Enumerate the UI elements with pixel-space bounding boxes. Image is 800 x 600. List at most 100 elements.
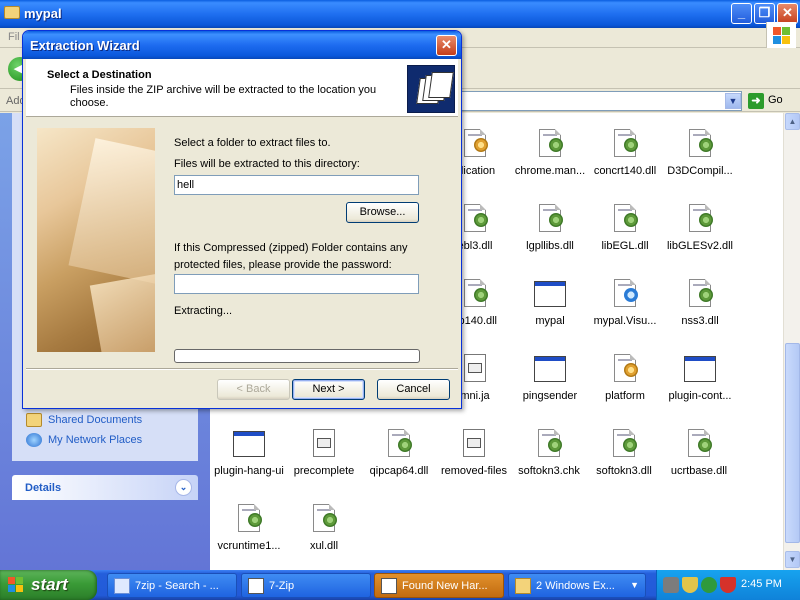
cancel-button[interactable]: Cancel — [377, 379, 450, 400]
doc-icon — [459, 353, 491, 385]
taskbar-item-7zip-search[interactable]: 7zip - Search - ... — [107, 573, 237, 598]
folder-icon — [26, 413, 42, 427]
destination-directory-input[interactable]: hell — [174, 175, 419, 195]
windows-flag-icon — [8, 577, 24, 593]
file-item[interactable]: concrt140.dll — [584, 128, 666, 198]
file-item[interactable]: pingsender — [509, 353, 591, 423]
file-item[interactable]: xul.dll — [283, 503, 365, 573]
taskbar-item-label: 2 Windows Ex... — [536, 580, 615, 592]
file-item[interactable]: chrome.man... — [509, 128, 591, 198]
dll-icon — [308, 503, 340, 535]
network-icon[interactable] — [701, 577, 717, 593]
file-item[interactable]: plugin-hang-ui — [208, 428, 290, 498]
file-item[interactable]: platform — [584, 353, 666, 423]
system-tray: 2:45 PM — [656, 570, 800, 600]
app-window-icon — [684, 353, 716, 385]
taskbar-item-7zip[interactable]: 7-Zip — [241, 573, 371, 598]
file-item[interactable]: mypal — [509, 278, 591, 348]
go-arrow-icon: ➜ — [748, 93, 764, 109]
wizard-title: Extraction Wizard — [30, 38, 140, 53]
file-item[interactable]: vcruntime1... — [208, 503, 290, 573]
dll-icon — [684, 128, 716, 160]
browse-button[interactable]: Browse... — [346, 202, 419, 223]
taskbar-item-found-new-hardware[interactable]: Found New Har... — [374, 573, 504, 598]
file-item[interactable]: ucrtbase.dll — [658, 428, 740, 498]
wizard-side-image — [37, 128, 155, 352]
wizard-subheading: Files inside the ZIP archive will be ext… — [70, 84, 377, 109]
config-icon — [609, 353, 641, 385]
zip-folder-icon — [407, 65, 455, 113]
file-name: nss3.dll — [681, 315, 719, 327]
security-shield-icon[interactable] — [682, 577, 698, 593]
go-label: Go — [768, 94, 783, 106]
file-item[interactable]: softokn3.dll — [583, 428, 665, 498]
directory-label: Files will be extracted to this director… — [174, 158, 360, 170]
tray-arrow-icon[interactable] — [663, 577, 679, 593]
chevron-down-icon[interactable]: ⌄ — [175, 479, 192, 496]
menu-file[interactable]: Fil — [8, 31, 20, 43]
file-item[interactable]: plugin-cont... — [659, 353, 741, 423]
wizard-titlebar[interactable]: Extraction Wizard ✕ — [23, 31, 461, 59]
close-button[interactable]: ✕ — [777, 3, 798, 24]
file-name: libGLESv2.dll — [666, 240, 734, 252]
file-item[interactable]: mypal.Visu... — [584, 278, 666, 348]
network-globe-icon — [26, 433, 42, 447]
dll-icon — [233, 503, 265, 535]
file-item[interactable]: nss3.dll — [659, 278, 741, 348]
app-window-icon — [534, 278, 566, 310]
address-input[interactable]: ▼ — [460, 91, 742, 111]
extraction-wizard-dialog: Extraction Wizard ✕ Select a Destination… — [22, 30, 462, 409]
start-label: start — [31, 575, 68, 594]
taskbar-item-label: 7zip - Search - ... — [135, 580, 219, 592]
explorer-titlebar[interactable]: mypal _ ❐ ✕ — [0, 0, 800, 28]
file-item[interactable]: precomplete — [283, 428, 365, 498]
windows-logo-icon — [766, 22, 796, 48]
file-item[interactable]: qipcap64.dll — [358, 428, 440, 498]
select-folder-label: Select a folder to extract files to. — [174, 137, 331, 149]
dll-icon — [534, 203, 566, 235]
window-icon — [381, 578, 397, 594]
taskbar: start 7zip - Search - ... 7-Zip Found Ne… — [0, 570, 800, 600]
next-button[interactable]: Next > — [292, 379, 365, 400]
file-item[interactable]: softokn3.chk — [508, 428, 590, 498]
dll-icon — [534, 128, 566, 160]
file-item[interactable]: D3DCompil... — [659, 128, 741, 198]
scroll-up-arrow-icon[interactable]: ▲ — [785, 113, 800, 130]
details-panel-header[interactable]: Details ⌄ — [12, 475, 198, 500]
place-label: My Network Places — [48, 434, 143, 446]
chevron-down-icon: ▼ — [630, 580, 639, 590]
chevron-down-icon[interactable]: ▼ — [725, 93, 741, 109]
scroll-down-arrow-icon[interactable]: ▼ — [785, 551, 800, 568]
taskbar-item-label: 7-Zip — [269, 580, 295, 592]
file-item[interactable]: lgpllibs.dll — [509, 203, 591, 273]
doc-icon — [308, 428, 340, 460]
wizard-close-button[interactable]: ✕ — [436, 35, 457, 56]
wizard-header: Select a Destination Files inside the ZI… — [26, 59, 458, 117]
start-button[interactable]: start — [0, 570, 97, 600]
dll-icon — [609, 128, 641, 160]
go-button[interactable]: ➜ Go — [746, 92, 798, 110]
minimize-button[interactable]: _ — [731, 3, 752, 24]
password-input[interactable] — [174, 274, 419, 294]
password-label-line2: protected files, please provide the pass… — [174, 259, 392, 271]
explorer-title: mypal — [24, 6, 62, 21]
clock: 2:45 PM — [741, 578, 782, 590]
vertical-scrollbar[interactable]: ▲ ▼ — [783, 113, 800, 570]
back-button[interactable]: < Back — [217, 379, 290, 400]
file-item[interactable]: libGLESv2.dll — [659, 203, 741, 273]
taskbar-item-windows-explorer-group[interactable]: 2 Windows Ex... ▼ — [508, 573, 646, 598]
dll-icon — [683, 428, 715, 460]
file-name: ucrtbase.dll — [670, 465, 728, 477]
folder-icon — [515, 578, 531, 594]
taskbar-item-label: Found New Har... — [402, 580, 488, 592]
doc-icon — [458, 428, 490, 460]
file-item[interactable]: removed-files — [433, 428, 515, 498]
alert-shield-icon[interactable] — [720, 577, 736, 593]
dll-icon — [459, 278, 491, 310]
scroll-thumb[interactable] — [785, 343, 800, 543]
7zip-icon — [248, 578, 264, 594]
dll-icon — [684, 278, 716, 310]
file-item[interactable]: libEGL.dll — [584, 203, 666, 273]
wizard-heading: Select a Destination — [47, 69, 152, 81]
maximize-button[interactable]: ❐ — [754, 3, 775, 24]
